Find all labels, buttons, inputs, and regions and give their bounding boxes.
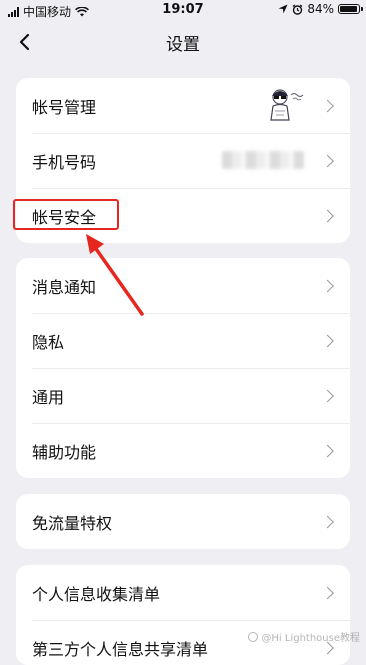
red-arrow-icon — [86, 234, 144, 316]
blurred-phone-value — [222, 151, 304, 169]
chevron-right-icon — [321, 389, 334, 402]
highlight-box — [13, 199, 119, 230]
privacy-row[interactable]: 隐私 — [16, 313, 350, 368]
row-label: 帐号管理 — [32, 97, 97, 117]
page-title: 设置 — [166, 35, 200, 55]
phone-number-row[interactable]: 手机号码 — [16, 133, 350, 188]
watermark: @Hi Lighthouse教程 — [248, 629, 360, 644]
chevron-right-icon — [321, 209, 334, 222]
row-label: 个人信息收集清单 — [32, 584, 161, 604]
watermark-text: @Hi Lighthouse教程 — [261, 633, 360, 644]
battery-percent: 84% — [307, 2, 334, 16]
general-row[interactable]: 通用 — [16, 368, 350, 423]
status-right: 84% — [278, 2, 363, 16]
watermark-logo-icon — [248, 631, 259, 642]
chevron-right-icon — [321, 99, 334, 112]
row-label: 辅助功能 — [32, 442, 97, 462]
free-data-row[interactable]: 免流量特权 — [16, 494, 350, 549]
chevron-right-icon — [321, 279, 334, 292]
settings-group-info: 个人信息收集清单 第三方个人信息共享清单 — [16, 565, 350, 665]
account-management-row[interactable]: 帐号管理 — [16, 78, 350, 133]
personal-info-list-row[interactable]: 个人信息收集清单 — [16, 565, 350, 620]
chevron-right-icon — [321, 515, 334, 528]
row-label: 免流量特权 — [32, 513, 113, 533]
settings-group-general: 消息通知 隐私 通用 辅助功能 — [16, 258, 350, 478]
notifications-row[interactable]: 消息通知 — [16, 258, 350, 313]
chevron-right-icon — [321, 586, 334, 599]
chevron-right-icon — [321, 444, 334, 457]
accessibility-row[interactable]: 辅助功能 — [16, 423, 350, 478]
battery-icon — [338, 4, 363, 14]
settings-group-data: 免流量特权 — [16, 494, 350, 549]
location-icon — [278, 4, 288, 14]
row-label: 隐私 — [32, 332, 65, 352]
chevron-right-icon — [321, 154, 334, 167]
status-bar: 中国移动 19:07 84% — [0, 0, 366, 22]
nav-bar: 设置 — [0, 22, 366, 62]
row-label: 手机号码 — [32, 152, 97, 172]
row-label: 通用 — [32, 387, 65, 407]
row-label: 第三方个人信息共享清单 — [32, 639, 209, 659]
chevron-right-icon — [321, 334, 334, 347]
alarm-icon — [292, 4, 303, 15]
avatar — [264, 84, 308, 128]
avatar-sketch-icon — [270, 89, 304, 121]
